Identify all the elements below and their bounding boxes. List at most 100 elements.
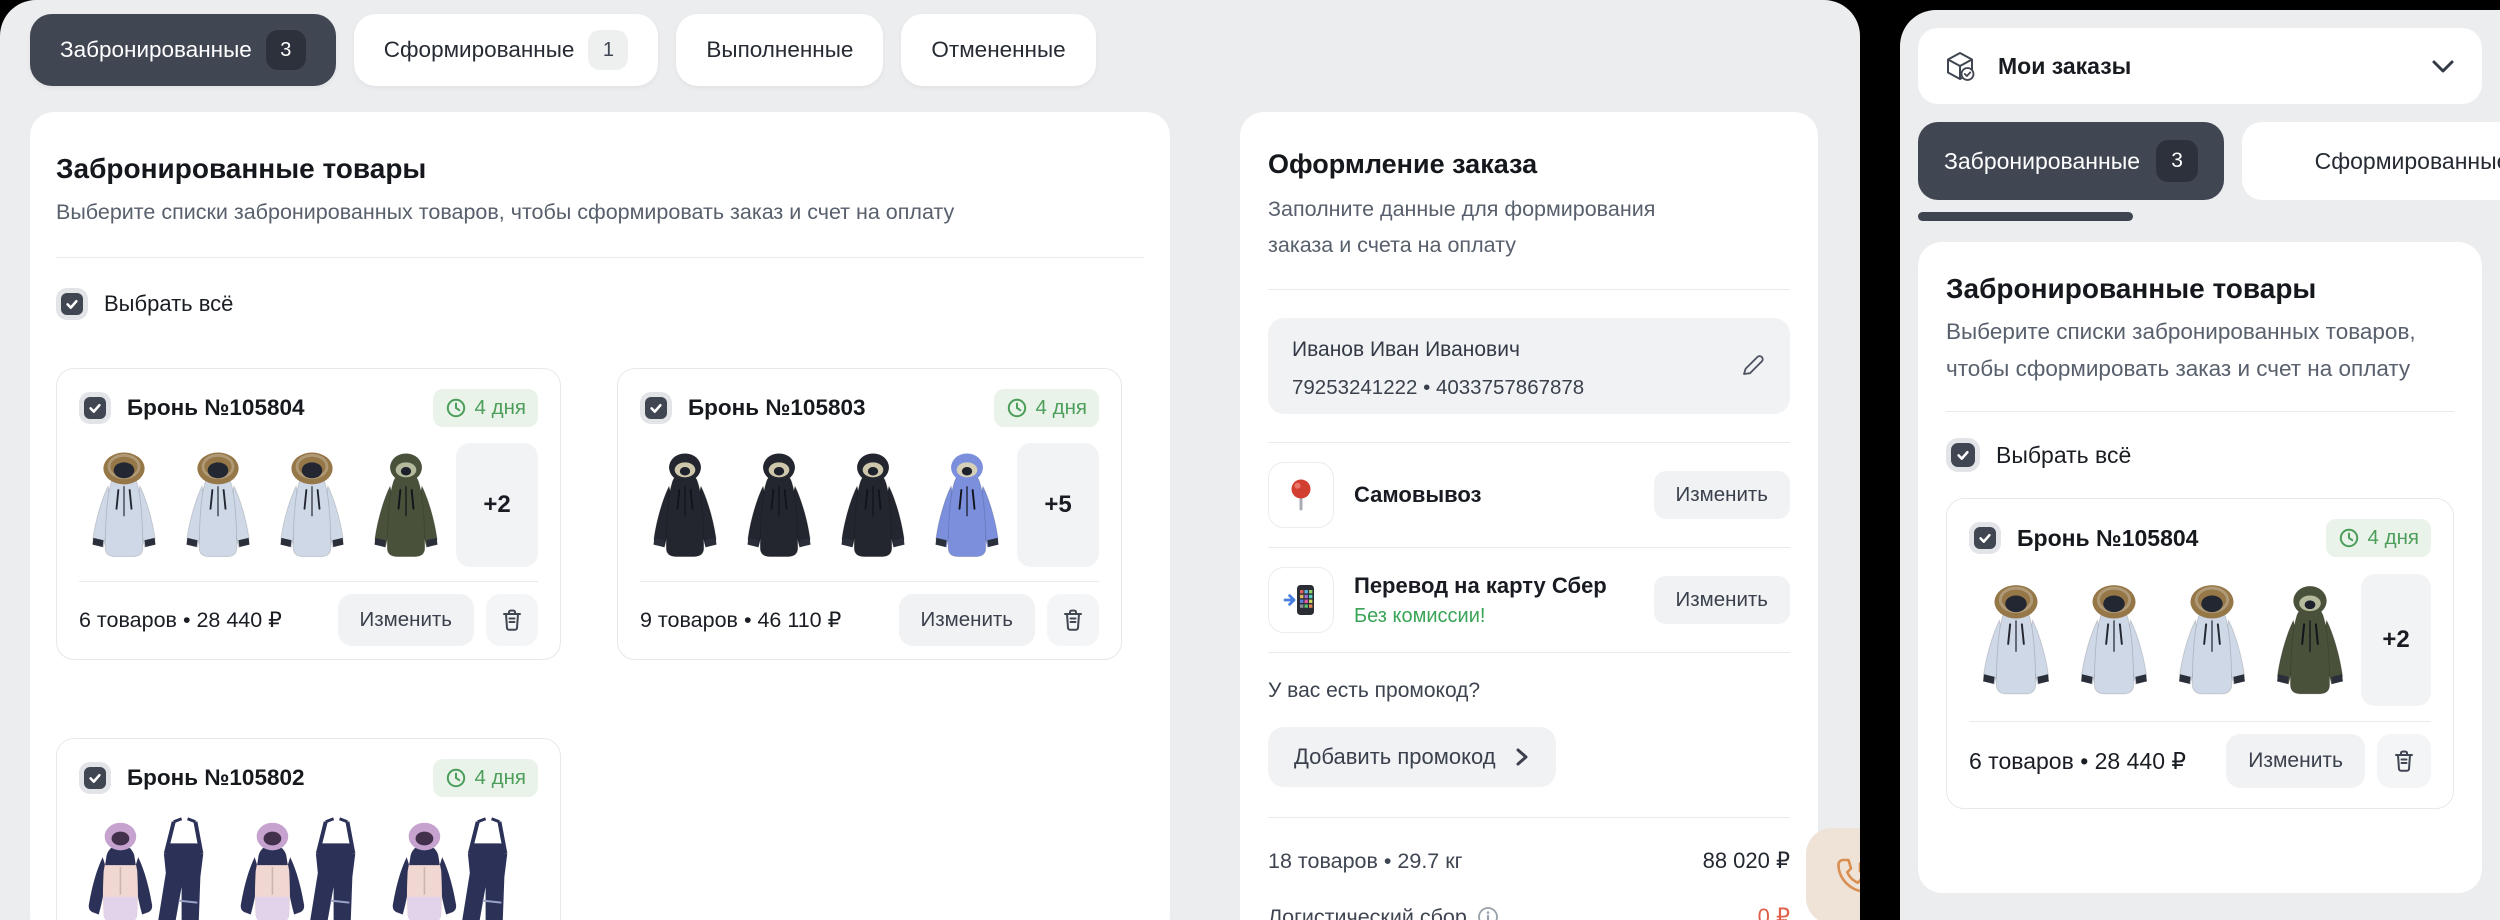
product-image bbox=[1969, 571, 2063, 709]
totals-sum: 88 020 ₽ bbox=[1703, 848, 1790, 874]
checkout-panel: Оформление заказа Заполните данные для ф… bbox=[1240, 112, 1818, 920]
more-items-tile[interactable]: +2 bbox=[2361, 574, 2431, 706]
check-icon bbox=[1955, 447, 1971, 463]
logistics-fee-row: Логистический сбор 0 ₽ bbox=[1268, 902, 1790, 920]
product-image bbox=[922, 441, 1012, 569]
check-icon bbox=[64, 296, 80, 312]
booking-checkbox[interactable] bbox=[79, 392, 111, 424]
delete-booking-button[interactable] bbox=[1047, 594, 1099, 646]
product-image bbox=[267, 441, 357, 569]
booking-title: Бронь №105804 bbox=[127, 395, 305, 421]
edit-booking-button[interactable]: Изменить bbox=[338, 594, 474, 646]
product-thumbnails bbox=[79, 811, 538, 920]
divider bbox=[1268, 289, 1790, 290]
call-support-button[interactable] bbox=[1806, 828, 1860, 920]
promo-question: У вас есть промокод? bbox=[1268, 679, 1790, 709]
product-thumbnails: +2 bbox=[79, 441, 538, 569]
booking-title: Бронь №105802 bbox=[127, 765, 305, 791]
mobile-orders-header[interactable]: Мои заказы bbox=[1918, 28, 2482, 104]
booking-card-header: Бронь №105802 4 дня bbox=[79, 759, 538, 797]
days-left-badge: 4 дня bbox=[433, 389, 538, 427]
mobile-status-tabs: Забронированные 3 Сформированные bbox=[1918, 122, 2500, 200]
mobile-tab-formed[interactable]: Сформированные bbox=[2242, 122, 2500, 200]
more-items-tile[interactable]: +5 bbox=[1017, 443, 1099, 567]
mobile-reserved-card: Забронированные товары Выберите списки з… bbox=[1918, 242, 2482, 893]
chevron-right-icon bbox=[1514, 747, 1530, 767]
mobile-select-all-checkbox[interactable] bbox=[1946, 438, 1980, 472]
booking-summary: 6 товаров • 28 440 ₽ bbox=[1969, 748, 2186, 775]
add-promo-label: Добавить промокод bbox=[1294, 744, 1496, 770]
days-left-badge: 4 дня bbox=[2326, 519, 2431, 557]
days-left-label: 4 дня bbox=[1036, 396, 1087, 420]
booking-checkbox[interactable] bbox=[79, 762, 111, 794]
tab-formed-count-badge: 1 bbox=[588, 30, 628, 70]
mobile-tab-reserved[interactable]: Забронированные 3 bbox=[1918, 122, 2224, 200]
tabs-scrollbar[interactable] bbox=[1918, 212, 2133, 221]
mobile-tab-formed-label: Сформированные bbox=[2315, 148, 2500, 175]
product-image bbox=[79, 441, 169, 569]
clock-icon bbox=[445, 397, 467, 419]
days-left-label: 4 дня bbox=[475, 766, 526, 790]
mobile-reserved-subtitle: Выберите списки забронированных товаров,… bbox=[1946, 313, 2454, 387]
select-all-checkbox[interactable] bbox=[56, 288, 88, 320]
change-delivery-button[interactable]: Изменить bbox=[1654, 471, 1790, 519]
product-image bbox=[361, 441, 451, 569]
mobile-orders-title: Мои заказы bbox=[1998, 53, 2131, 80]
booking-card-105802: Бронь №105802 4 дня bbox=[56, 738, 561, 920]
tab-cancelled-label: Отмененные bbox=[931, 37, 1065, 63]
product-image bbox=[383, 811, 531, 920]
tab-cancelled[interactable]: Отмененные bbox=[901, 14, 1095, 86]
delete-booking-button[interactable] bbox=[486, 594, 538, 646]
booking-summary: 6 товаров • 28 440 ₽ bbox=[79, 608, 282, 633]
days-left-badge: 4 дня bbox=[433, 759, 538, 797]
payment-labels: Перевод на карту Сбер Без комиссии! bbox=[1354, 573, 1607, 628]
add-promo-button[interactable]: Добавить промокод bbox=[1268, 727, 1556, 787]
trash-icon bbox=[499, 607, 525, 633]
delivery-labels: Самовывоз bbox=[1354, 482, 1481, 508]
delivery-row: Самовывоз Изменить bbox=[1268, 443, 1790, 547]
booking-checkbox[interactable] bbox=[640, 392, 672, 424]
product-thumbnails: +5 bbox=[640, 441, 1099, 569]
booking-card-footer: 6 товаров • 28 440 ₽ Изменить bbox=[1969, 734, 2431, 788]
check-icon bbox=[87, 770, 103, 786]
mobile-select-all-row: Выбрать всё bbox=[1946, 438, 2454, 472]
checkout-title: Оформление заказа bbox=[1268, 148, 1790, 181]
divider bbox=[1268, 652, 1790, 653]
delivery-icon-tile bbox=[1268, 462, 1334, 528]
payment-row: Перевод на карту Сбер Без комиссии! Изме… bbox=[1268, 548, 1790, 652]
logistics-fee-label: Логистический сбор bbox=[1268, 905, 1499, 920]
select-all-row: Выбрать всё bbox=[56, 288, 1144, 320]
chevron-down-icon[interactable] bbox=[2430, 53, 2456, 79]
orders-box-icon bbox=[1944, 50, 1976, 82]
tab-reserved-label: Забронированные bbox=[60, 37, 252, 63]
info-icon[interactable] bbox=[1477, 906, 1499, 920]
payment-method-label: Перевод на карту Сбер bbox=[1354, 573, 1607, 599]
logistics-fee-text: Логистический сбор bbox=[1268, 905, 1467, 920]
more-items-tile[interactable]: +2 bbox=[456, 443, 538, 567]
trash-icon bbox=[2391, 748, 2417, 774]
product-image bbox=[79, 811, 227, 920]
edit-pencil-icon[interactable] bbox=[1738, 352, 1766, 380]
tab-reserved[interactable]: Забронированные 3 bbox=[30, 14, 336, 86]
tab-completed[interactable]: Выполненные bbox=[676, 14, 883, 86]
reserved-goods-panel: Забронированные товары Выберите списки з… bbox=[30, 112, 1170, 920]
product-image bbox=[828, 441, 918, 569]
mobile-tab-reserved-count-badge: 3 bbox=[2156, 140, 2198, 182]
edit-booking-button[interactable]: Изменить bbox=[899, 594, 1035, 646]
tab-formed-label: Сформированные bbox=[384, 37, 575, 63]
divider bbox=[640, 581, 1099, 582]
delivery-method-label: Самовывоз bbox=[1354, 482, 1481, 508]
mobile-booking-card-105804: Бронь №105804 4 дня bbox=[1946, 498, 2454, 809]
product-thumbnails: +2 bbox=[1969, 571, 2431, 709]
booking-card-header: Бронь №105804 4 дня bbox=[79, 389, 538, 427]
check-icon bbox=[648, 400, 664, 416]
main-surface: Забронированные 3 Сформированные 1 Выпол… bbox=[0, 0, 1860, 920]
divider bbox=[56, 257, 1144, 258]
phone-transfer-icon bbox=[1283, 582, 1319, 618]
delete-booking-button[interactable] bbox=[2377, 734, 2431, 788]
tab-formed[interactable]: Сформированные 1 bbox=[354, 14, 659, 86]
check-icon bbox=[1977, 530, 1993, 546]
edit-booking-button[interactable]: Изменить bbox=[2226, 734, 2365, 788]
change-payment-button[interactable]: Изменить bbox=[1654, 576, 1790, 624]
booking-checkbox[interactable] bbox=[1969, 522, 2001, 554]
